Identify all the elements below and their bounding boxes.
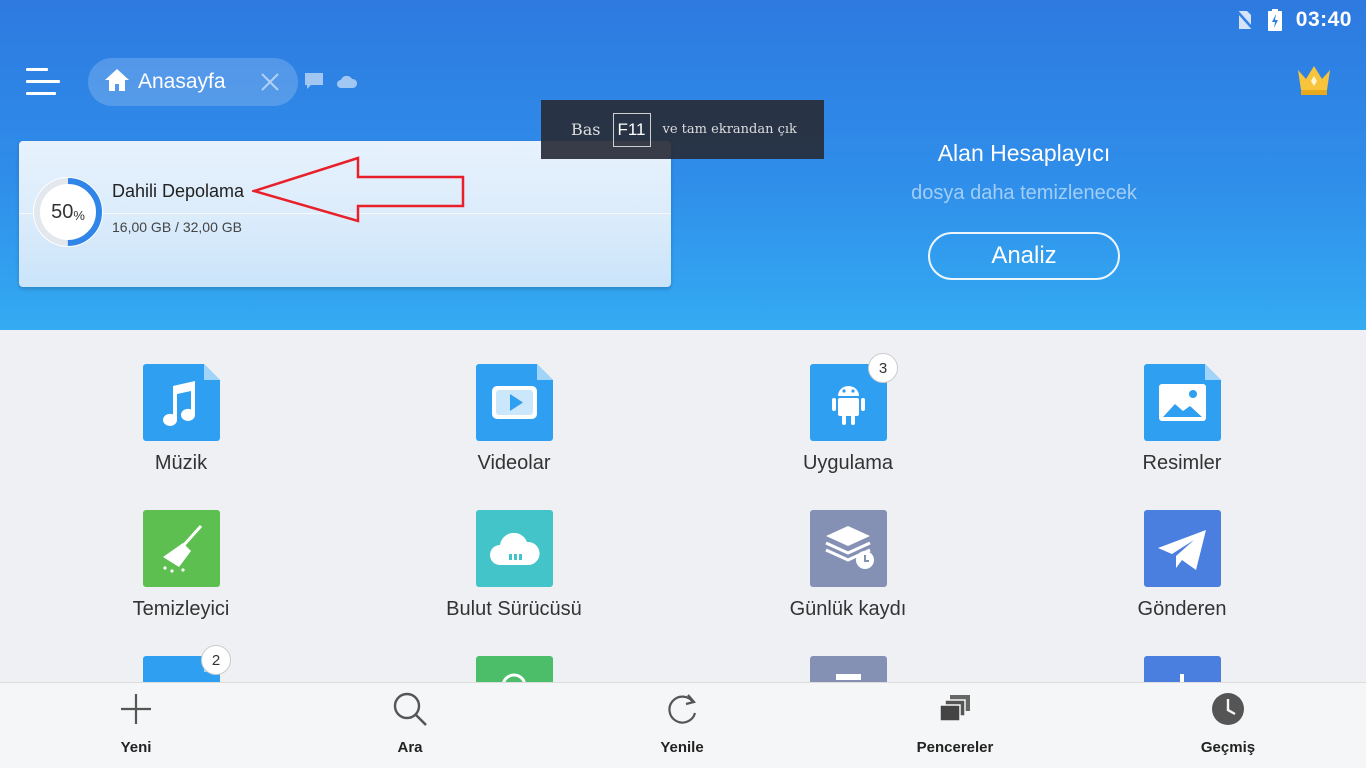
category-label: Müzik	[154, 452, 208, 474]
printer-icon	[810, 656, 887, 682]
nav-new[interactable]: Yeni	[66, 683, 206, 768]
header: 03:40 Anasayfa 50 % Dahili Depolama 16,0…	[0, 0, 1366, 330]
apps-badge: 3	[868, 353, 898, 383]
category-grid: Müzik Videolar 3 Uygulama Resimler Temiz…	[0, 330, 1366, 682]
f11-key: F11	[612, 112, 651, 147]
category-cloud-drive[interactable]: Bulut Sürücüsü	[384, 510, 644, 640]
video-play-icon	[476, 364, 553, 441]
fullscreen-hint: Bas F11 ve tam ekrandan çık	[541, 100, 824, 159]
category-sender[interactable]: Gönderen	[1052, 510, 1312, 640]
nav-history[interactable]: Geçmiş	[1158, 683, 1298, 768]
category-label: Uygulama	[802, 452, 894, 474]
battery-charging-icon	[1266, 9, 1284, 31]
documents-badge: 2	[201, 645, 231, 675]
clock-icon	[1212, 693, 1244, 725]
analyzer-subtitle: dosya daha temizlenecek	[911, 182, 1137, 204]
fullscreen-hint-prefix: Bas	[571, 120, 601, 139]
add-icon	[1144, 656, 1221, 682]
nav-windows[interactable]: Pencereler	[885, 683, 1025, 768]
chat-bubble-icon[interactable]	[304, 72, 324, 95]
nav-label: Pencereler	[916, 739, 994, 756]
tab-home[interactable]: Anasayfa	[88, 58, 298, 106]
category-printer[interactable]	[718, 656, 978, 682]
cloud-icon[interactable]	[336, 72, 358, 95]
nav-search[interactable]: Ara	[340, 683, 480, 768]
nav-label: Geçmiş	[1200, 739, 1256, 756]
storage-percent-sign: %	[73, 207, 85, 223]
category-label: Günlük kaydı	[789, 598, 907, 620]
crown-icon[interactable]	[1296, 64, 1332, 96]
category-label: Gönderen	[1137, 598, 1227, 620]
category-label: Videolar	[477, 452, 551, 474]
broom-icon	[143, 510, 220, 587]
nav-label: Yenile	[660, 739, 704, 756]
close-icon[interactable]	[258, 70, 282, 94]
status-bar: 03:40	[1235, 6, 1352, 34]
image-icon	[1144, 364, 1221, 441]
no-sim-icon	[1235, 9, 1254, 31]
bottom-nav: Yeni Ara Yenile Pencereler Geçmiş	[0, 682, 1366, 768]
status-clock: 03:40	[1295, 8, 1352, 31]
fullscreen-hint-suffix: ve tam ekrandan çık	[662, 122, 797, 137]
windows-stack-icon	[939, 695, 970, 722]
music-note-icon	[143, 364, 220, 441]
plus-icon	[121, 694, 151, 724]
category-label: Resimler	[1142, 452, 1222, 474]
category-label: Temizleyici	[132, 598, 230, 620]
tab-label: Anasayfa	[138, 70, 226, 93]
nav-refresh[interactable]: Yenile	[612, 683, 752, 768]
category-log[interactable]: Günlük kaydı	[718, 510, 978, 640]
analyzer-title: Alan Hesaplayıcı	[937, 140, 1111, 166]
category-add[interactable]	[1052, 656, 1312, 682]
category-chat[interactable]	[384, 656, 644, 682]
category-videos[interactable]: Videolar	[384, 364, 644, 494]
search-icon	[393, 692, 427, 726]
chat-icon	[476, 656, 553, 682]
cloud-drive-icon	[476, 510, 553, 587]
storage-percent-value: 50	[51, 200, 74, 223]
home-icon	[104, 68, 130, 97]
category-music[interactable]: Müzik	[51, 364, 311, 494]
annotation-arrow	[252, 156, 465, 223]
storage-name: Dahili Depolama	[112, 181, 245, 201]
analyze-button[interactable]: Analiz	[928, 232, 1120, 280]
nav-label: Ara	[397, 739, 423, 756]
storage-usage: 16,00 GB / 32,00 GB	[112, 219, 242, 235]
category-cleaner[interactable]: Temizleyici	[51, 510, 311, 640]
paper-plane-icon	[1144, 510, 1221, 587]
category-label: Bulut Sürücüsü	[446, 598, 582, 620]
hamburger-menu-icon[interactable]	[26, 66, 60, 98]
refresh-icon	[668, 694, 697, 724]
storage-percent: 50 %	[31, 175, 105, 249]
tab-extra-icons	[304, 72, 358, 95]
log-layers-icon	[810, 510, 887, 587]
category-images[interactable]: Resimler	[1052, 364, 1312, 494]
category-documents[interactable]: 2	[51, 645, 311, 682]
category-apps[interactable]: 3 Uygulama	[718, 353, 978, 494]
nav-label: Yeni	[120, 739, 152, 756]
